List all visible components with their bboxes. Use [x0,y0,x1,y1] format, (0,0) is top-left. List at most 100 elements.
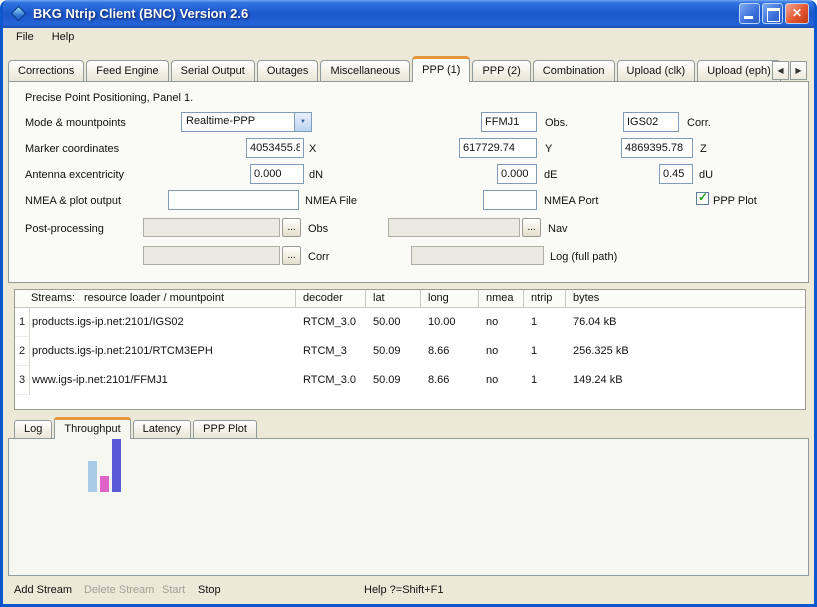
close-button[interactable]: ✕ [785,3,809,24]
header-mountpoint[interactable]: Streams: resource loader / mountpoint [15,290,296,307]
main-tab-bar: Corrections Feed Engine Serial Output Ou… [8,60,809,81]
nmea-port-label: NMEA Port [544,195,598,207]
header-bytes[interactable]: bytes [566,290,805,307]
cell-bytes: 256.325 kB [566,337,805,366]
tab-combination[interactable]: Combination [533,60,615,81]
marker-x-input[interactable] [246,138,304,158]
streams-table: Streams: resource loader / mountpoint de… [14,289,806,410]
chart-bar-ffmj1 [88,461,97,492]
cell-lat: 50.09 [366,337,421,366]
post-corr-input[interactable] [143,246,280,265]
obs-mountpoint-input[interactable] [481,112,537,132]
throughput-chart-panel: 6 kbits 0 kbits FFMJ1 IGS02 RTCM3 [8,438,809,576]
marker-z-input[interactable] [621,138,693,158]
menu-file[interactable]: File [7,28,43,49]
nmea-port-input[interactable] [483,190,537,210]
antenna-de-input[interactable] [497,164,537,184]
tab-upload-clk[interactable]: Upload (clk) [617,60,696,81]
cell-decoder: RTCM_3.0 [296,308,366,337]
tab-corrections[interactable]: Corrections [8,60,84,81]
chart-bar-rtcm3 [112,432,121,492]
menu-help[interactable]: Help [43,28,84,49]
tab-upload-eph[interactable]: Upload (eph) [697,60,781,81]
tab-outages[interactable]: Outages [257,60,319,81]
tab-miscellaneous[interactable]: Miscellaneous [320,60,410,81]
bottom-tab-latency[interactable]: Latency [133,420,192,438]
marker-y-input[interactable] [459,138,537,158]
post-nav-browse-button[interactable]: ... [522,218,541,237]
stream-row-2[interactable]: 2 products.igs-ip.net:2101/RTCM3EPH RTCM… [15,337,805,366]
mode-dropdown[interactable]: Realtime-PPP ▼ [181,112,312,132]
streams-table-header: Streams: resource loader / mountpoint de… [15,290,805,308]
cell-bytes: 149.24 kB [566,366,805,395]
tab-ppp-2[interactable]: PPP (2) [472,60,530,81]
header-ntrip[interactable]: ntrip [524,290,566,307]
chart-bar-igs02 [100,476,109,492]
nmea-file-label: NMEA File [305,195,357,207]
post-obs-label: Obs [308,223,328,235]
cell-long: 8.66 [421,337,479,366]
row-number: 1 [15,308,30,337]
header-lat[interactable]: lat [366,290,421,307]
stream-row-3[interactable]: 3 www.igs-ip.net:2101/FFMJ1 RTCM_3.0 50.… [15,366,805,395]
antenna-du-input[interactable] [659,164,693,184]
post-nav-label: Nav [548,223,568,235]
x-label: X [309,143,316,155]
action-bar: Add Stream Delete Stream Start Stop Help… [3,578,814,604]
bottom-tab-bar: Log Throughput Latency PPP Plot [14,419,259,438]
header-long[interactable]: long [421,290,479,307]
y-label: Y [545,143,552,155]
dn-label: dN [309,169,323,181]
stream-row-1[interactable]: 1 products.igs-ip.net:2101/IGS02 RTCM_3.… [15,308,805,337]
du-label: dU [699,169,713,181]
de-label: dE [544,169,557,181]
menu-bar: File Help [3,28,814,49]
tab-ppp-1[interactable]: PPP (1) [412,56,470,82]
bnc-window: BKG Ntrip Client (BNC) Version 2.6 ✕ Fil… [0,0,817,607]
tab-scroll-left-icon[interactable]: ◀ [772,61,789,80]
post-corr-browse-button[interactable]: ... [282,246,301,265]
post-nav-input[interactable] [388,218,520,237]
cell-lat: 50.09 [366,366,421,395]
post-obs-input[interactable] [143,218,280,237]
header-streams-label: Streams: [31,292,75,307]
cell-nmea: no [479,366,524,395]
cell-mountpoint: products.igs-ip.net:2101/RTCM3EPH [30,337,296,366]
bottom-tab-ppp-plot[interactable]: PPP Plot [193,420,257,438]
help-shortcut-label: Help ?=Shift+F1 [364,584,444,596]
app-icon [11,6,27,22]
add-stream-button[interactable]: Add Stream [14,584,72,596]
bottom-tab-log[interactable]: Log [14,420,52,438]
title-bar[interactable]: BKG Ntrip Client (BNC) Version 2.6 ✕ [3,0,814,28]
tab-serial-output[interactable]: Serial Output [171,60,255,81]
post-log-input[interactable] [411,246,544,265]
tab-feed-engine[interactable]: Feed Engine [86,60,168,81]
post-obs-browse-button[interactable]: ... [282,218,301,237]
cell-nmea: no [479,308,524,337]
tab-scroll-right-icon[interactable]: ▶ [790,61,807,80]
header-nmea[interactable]: nmea [479,290,524,307]
ppp-plot-label: PPP Plot [713,195,757,207]
maximize-button[interactable] [762,3,783,24]
z-label: Z [700,143,707,155]
cell-ntrip: 1 [524,337,566,366]
antenna-dn-input[interactable] [250,164,304,184]
header-decoder[interactable]: decoder [296,290,366,307]
nmea-file-input[interactable] [168,190,299,210]
cell-decoder: RTCM_3 [296,337,366,366]
cell-bytes: 76.04 kB [566,308,805,337]
marker-label: Marker coordinates [25,143,119,155]
mode-dropdown-value: Realtime-PPP [186,115,255,127]
ppp-plot-checkbox[interactable]: ✓ [696,192,709,205]
minimize-button[interactable] [739,3,760,24]
bottom-tab-throughput[interactable]: Throughput [54,417,130,439]
row-number: 3 [15,366,30,395]
cell-mountpoint: www.igs-ip.net:2101/FFMJ1 [30,366,296,395]
obs-label: Obs. [545,117,568,129]
stop-button[interactable]: Stop [198,584,221,596]
chevron-down-icon[interactable]: ▼ [294,113,311,131]
start-button[interactable]: Start [162,584,185,596]
corr-mountpoint-input[interactable] [623,112,679,132]
post-processing-label: Post-processing [25,223,104,235]
delete-stream-button[interactable]: Delete Stream [84,584,154,596]
